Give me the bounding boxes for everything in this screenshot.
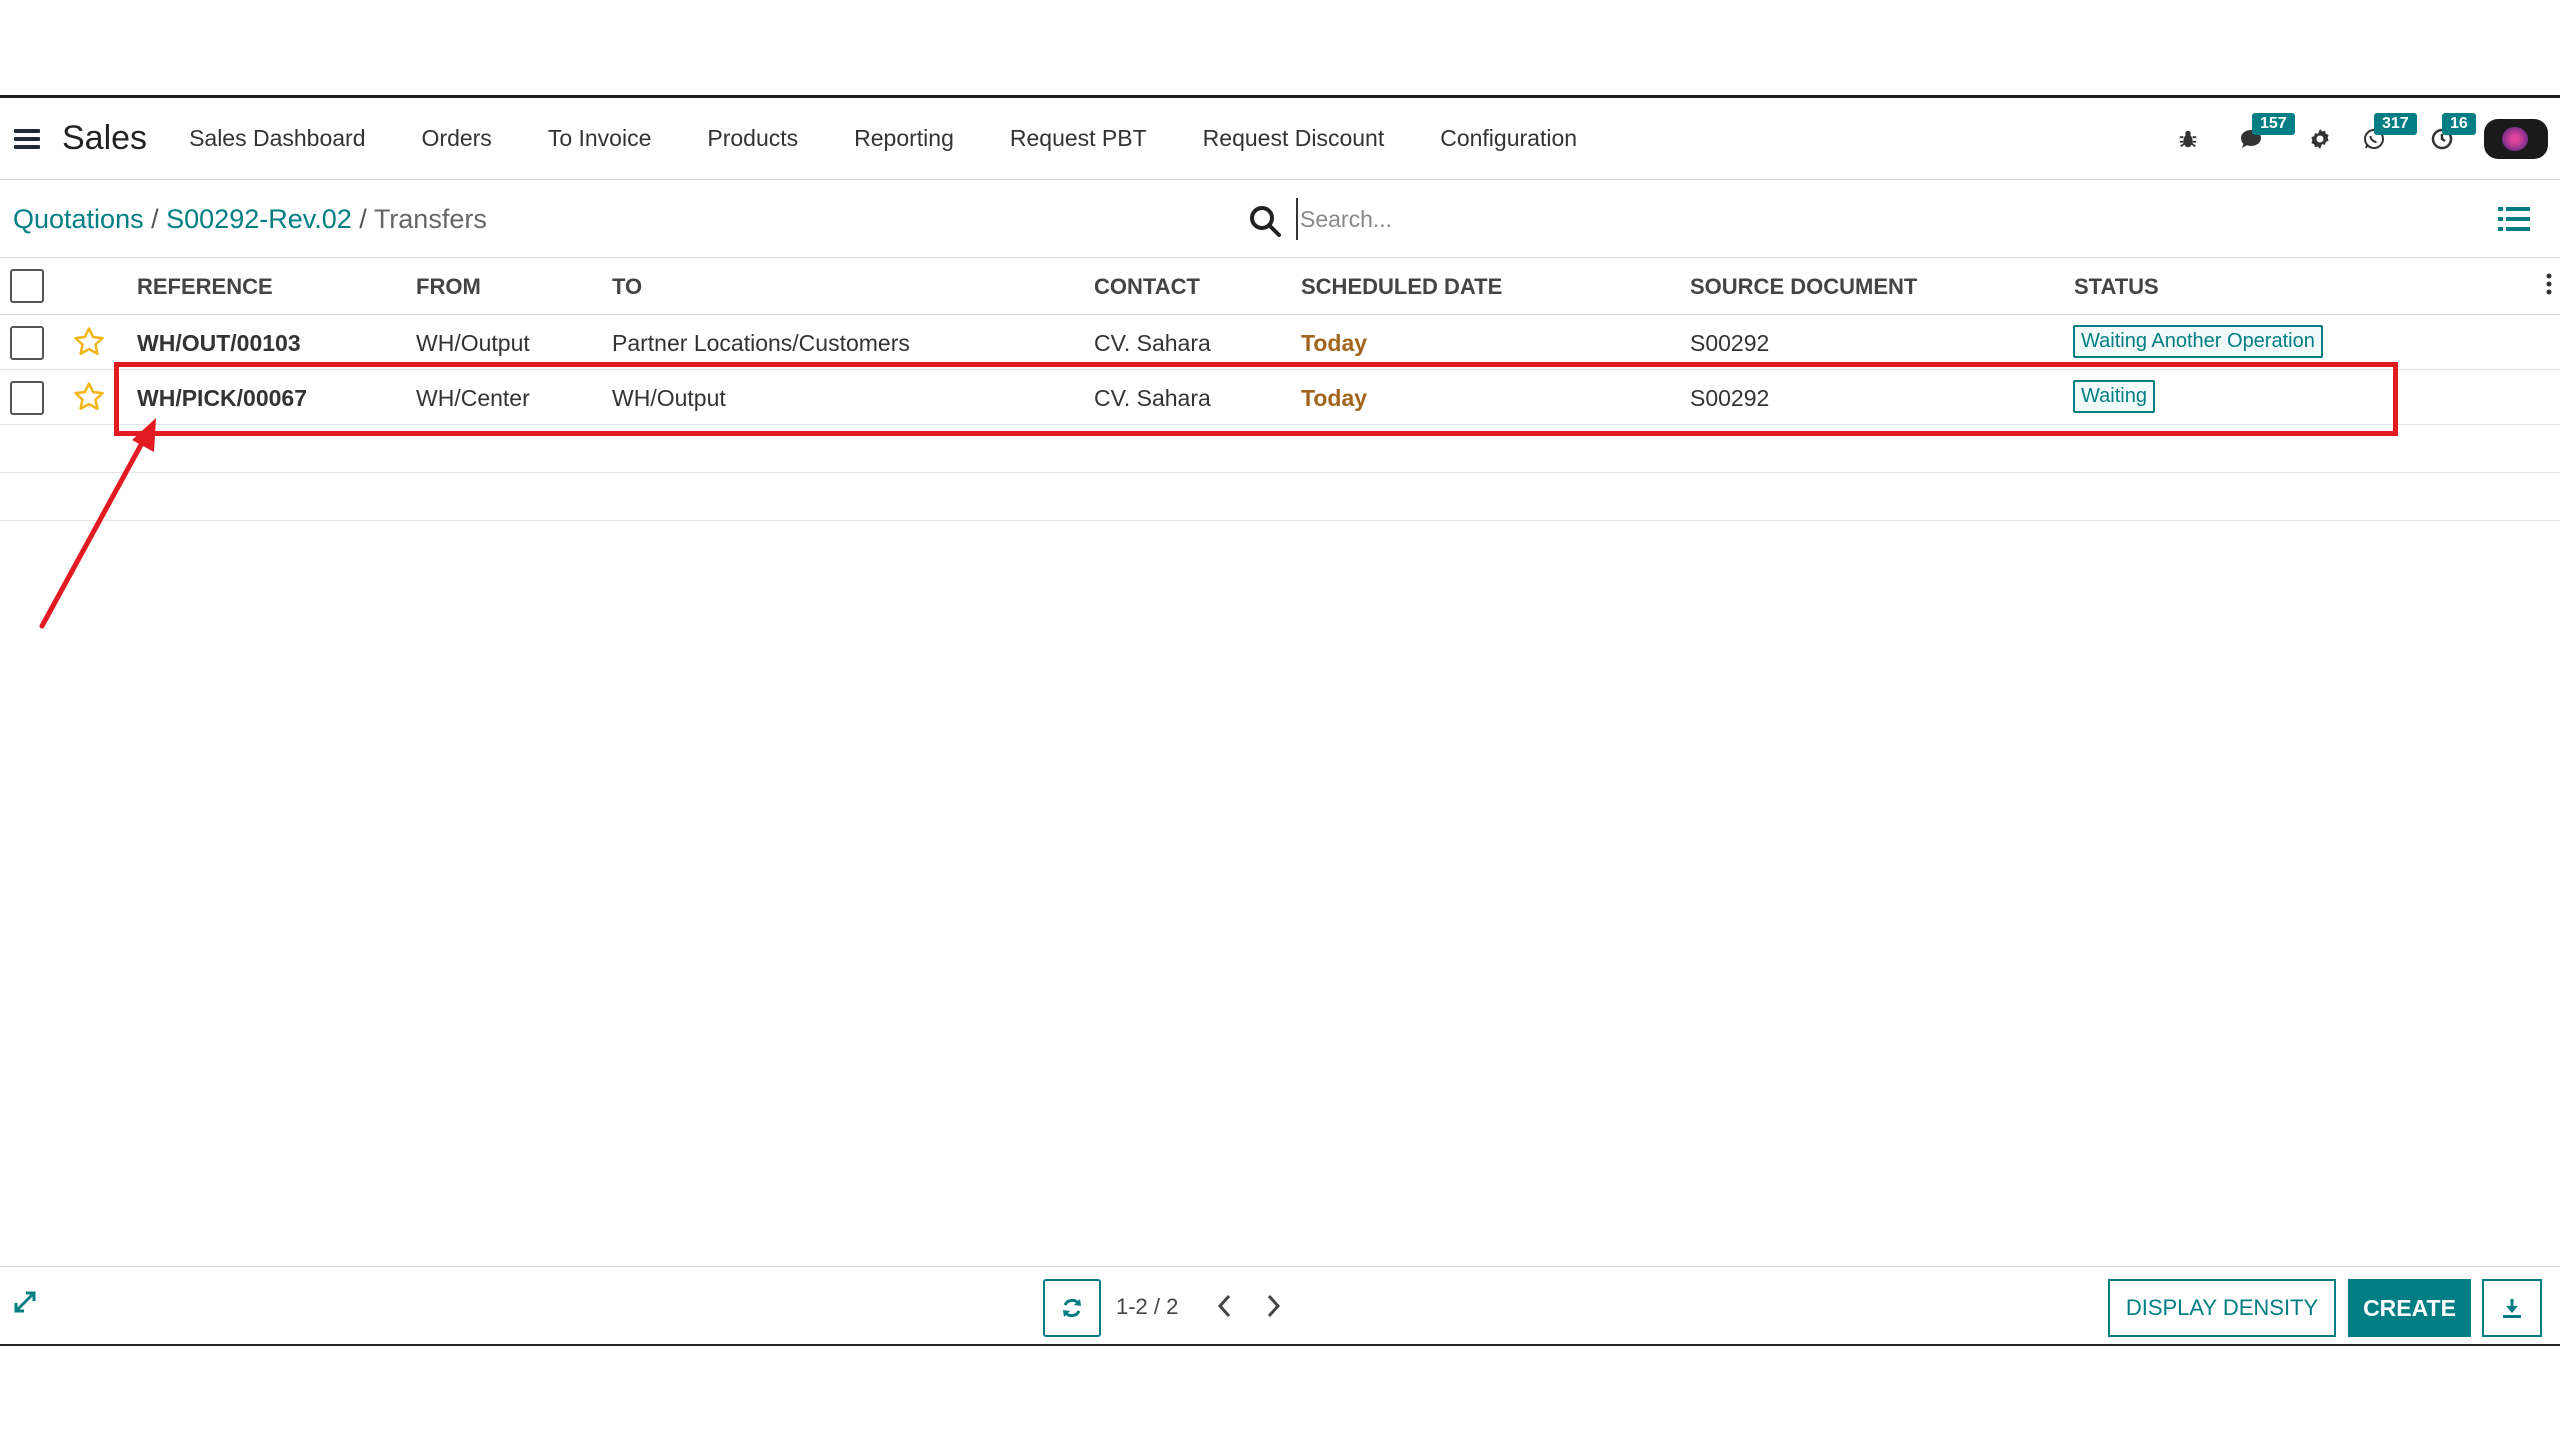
- top-blank-area: [0, 0, 2560, 96]
- column-header-reference[interactable]: REFERENCE: [137, 274, 273, 300]
- column-header-status[interactable]: STATUS: [2074, 274, 2159, 300]
- annotation-highlight-box: [114, 362, 2398, 436]
- table-header: REFERENCE FROM TO CONTACT SCHEDULED DATE…: [0, 258, 2560, 315]
- cell-source-document: S00292: [1690, 330, 1770, 356]
- cell-contact: CV. Sahara: [1094, 330, 1211, 356]
- empty-row: [0, 473, 2560, 521]
- star-icon[interactable]: [72, 380, 106, 414]
- hamburger-menu-icon[interactable]: [14, 128, 40, 149]
- menu-item-to-invoice[interactable]: To Invoice: [520, 125, 680, 152]
- column-header-from[interactable]: FROM: [416, 274, 481, 300]
- cell-to: Partner Locations/Customers: [612, 330, 910, 356]
- status-badge: Waiting Another Operation: [2073, 325, 2323, 358]
- menu-item-products[interactable]: Products: [679, 125, 826, 152]
- pager-value[interactable]: 1-2 / 2: [1116, 1294, 1178, 1320]
- navbar-systray: 157 317 16: [2158, 98, 2560, 180]
- bug-icon[interactable]: [2166, 117, 2210, 161]
- create-button[interactable]: CREATE: [2348, 1279, 2471, 1337]
- chat-icon[interactable]: 157: [2230, 113, 2295, 161]
- expand-icon[interactable]: [12, 1289, 38, 1315]
- row-checkbox[interactable]: [10, 381, 44, 415]
- clock-icon[interactable]: 16: [2420, 113, 2476, 161]
- navbar: Sales Sales Dashboard Orders To Invoice …: [0, 98, 2560, 180]
- menu-item-configuration[interactable]: Configuration: [1412, 125, 1605, 152]
- breadcrumb: Quotations / S00292-Rev.02 / Transfers: [13, 204, 487, 235]
- cell-reference: WH/OUT/00103: [137, 330, 301, 356]
- chevron-left-icon[interactable]: [1212, 1291, 1238, 1321]
- column-header-source-document[interactable]: SOURCE DOCUMENT: [1690, 274, 1917, 300]
- activity-badge: 16: [2442, 113, 2476, 135]
- cell-scheduled-date: Today: [1301, 330, 1368, 356]
- footer-bottom-border: [0, 1344, 2560, 1346]
- menu-item-orders[interactable]: Orders: [394, 125, 520, 152]
- menu-item-request-discount[interactable]: Request Discount: [1175, 125, 1413, 152]
- cell-from: WH/Output: [416, 330, 530, 356]
- user-avatar[interactable]: [2484, 119, 2548, 159]
- messages-badge: 157: [2252, 113, 2295, 135]
- breadcrumb-quotation-record[interactable]: S00292-Rev.02: [166, 204, 352, 234]
- chevron-right-icon[interactable]: [1260, 1291, 1286, 1321]
- select-all-checkbox[interactable]: [10, 269, 44, 303]
- app-title: Sales: [62, 119, 148, 157]
- row-checkbox[interactable]: [10, 326, 44, 360]
- search-input[interactable]: [1296, 198, 1996, 240]
- column-header-scheduled-date[interactable]: SCHEDULED DATE: [1301, 274, 1502, 300]
- download-icon: [2503, 1299, 2521, 1318]
- menu-item-sales-dashboard[interactable]: Sales Dashboard: [161, 125, 393, 152]
- whatsapp-badge: 317: [2374, 113, 2417, 135]
- gear-icon[interactable]: [2298, 117, 2342, 161]
- whatsapp-icon[interactable]: 317: [2352, 113, 2417, 161]
- download-button[interactable]: [2482, 1279, 2542, 1337]
- column-header-contact[interactable]: CONTACT: [1094, 274, 1200, 300]
- breadcrumb-quotations[interactable]: Quotations: [13, 204, 144, 234]
- breadcrumb-current: Transfers: [373, 204, 487, 234]
- breadcrumb-separator: /: [359, 204, 367, 234]
- refresh-icon: [1063, 1298, 1081, 1318]
- breadcrumb-separator: /: [151, 204, 159, 234]
- optional-columns-icon[interactable]: [2546, 272, 2552, 296]
- star-icon[interactable]: [72, 325, 106, 359]
- menu-item-request-pbt[interactable]: Request PBT: [982, 125, 1175, 152]
- search-icon[interactable]: [1248, 204, 1282, 238]
- control-panel: Quotations / S00292-Rev.02 / Transfers: [0, 180, 2560, 258]
- list-view-icon[interactable]: [2498, 206, 2530, 232]
- column-header-to[interactable]: TO: [612, 274, 642, 300]
- display-density-button[interactable]: DISPLAY DENSITY: [2108, 1279, 2336, 1337]
- refresh-button[interactable]: [1043, 1279, 1101, 1337]
- footer-bar: 1-2 / 2 DISPLAY DENSITY CREATE: [0, 1266, 2560, 1346]
- main-menu: Sales Dashboard Orders To Invoice Produc…: [161, 125, 1605, 152]
- menu-item-reporting[interactable]: Reporting: [826, 125, 982, 152]
